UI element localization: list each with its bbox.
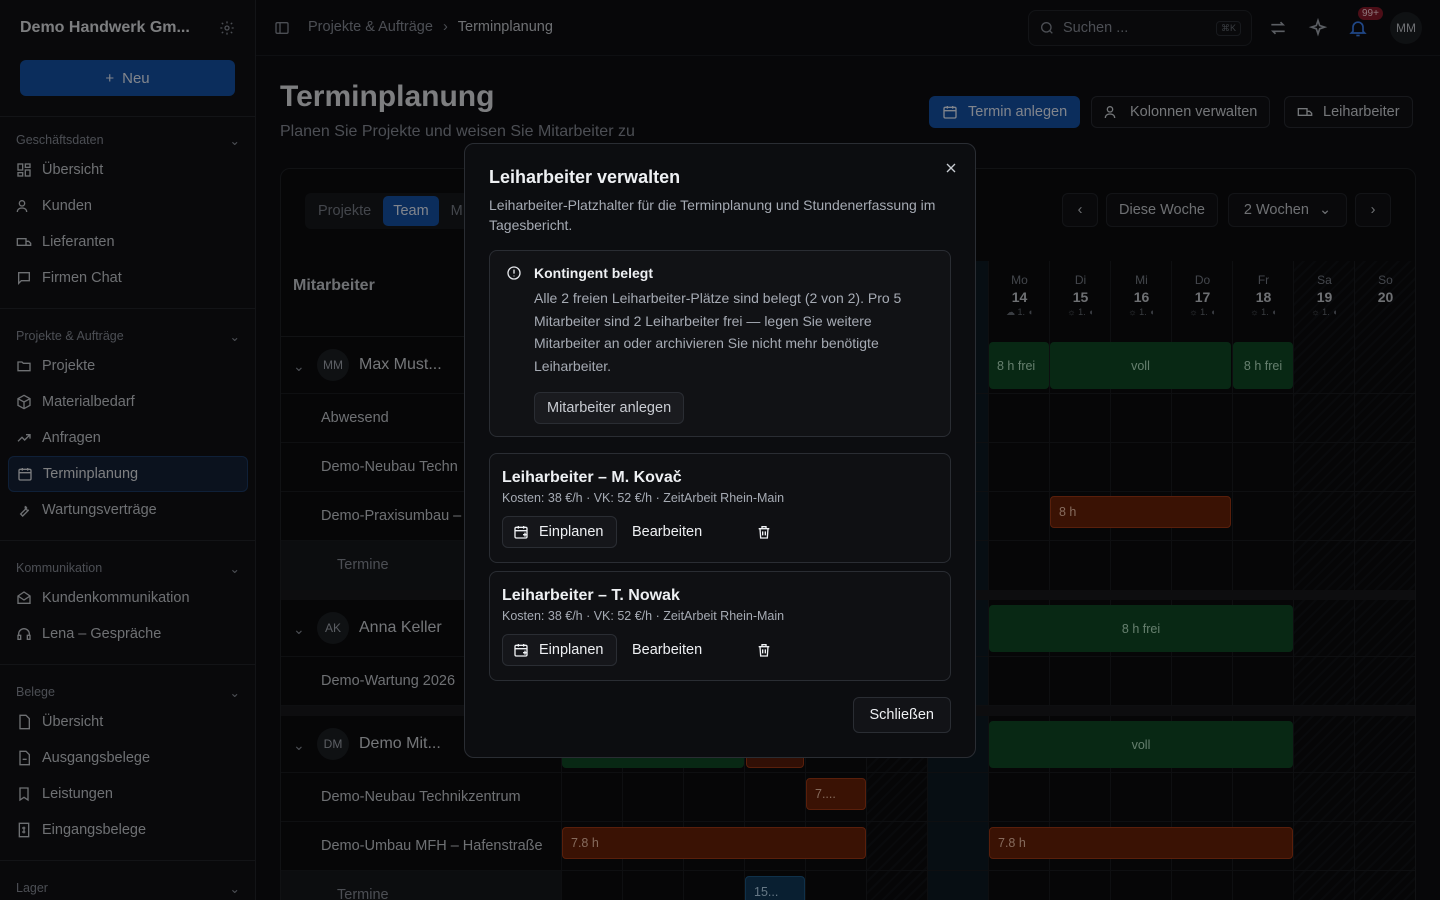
dialog-title: Leiharbeiter verwalten — [489, 167, 681, 187]
calendar-plus-icon — [514, 526, 528, 539]
worker-name: Leiharbeiter – M. Kovač — [502, 469, 682, 486]
temp-worker-card: Leiharbeiter – T. Nowak Kosten: 38 €/h ·… — [489, 571, 951, 681]
create-employee-button[interactable]: Mitarbeiter anlegen — [534, 392, 685, 424]
schedule-button[interactable]: Einplanen — [502, 634, 617, 666]
worker-details: Kosten: 38 €/h · VK: 52 €/h · ZeitArbeit… — [502, 491, 785, 505]
alert-circle-icon — [507, 266, 521, 280]
temp-workers-dialog: Leiharbeiter verwalten Leiharbeiter-Plat… — [464, 143, 976, 758]
worker-name: Leiharbeiter – T. Nowak — [502, 587, 680, 604]
dialog-description: Leiharbeiter-Platzhalter für die Terminp… — [489, 197, 936, 233]
close-button[interactable]: Schließen — [852, 697, 951, 733]
edit-button[interactable]: Bearbeiten — [632, 634, 702, 666]
trash-icon[interactable] — [756, 524, 772, 540]
calendar-plus-icon — [514, 644, 528, 657]
trash-icon[interactable] — [756, 642, 772, 658]
worker-details: Kosten: 38 €/h · VK: 52 €/h · ZeitArbeit… — [502, 609, 785, 623]
close-icon[interactable] — [943, 160, 959, 176]
alert-text: Alle 2 freien Leiharbeiter-Plätze sind b… — [534, 290, 902, 374]
quota-alert: Kontingent belegt Alle 2 freien Leiharbe… — [489, 250, 951, 437]
alert-title: Kontingent belegt — [534, 265, 653, 281]
temp-worker-card: Leiharbeiter – M. Kovač Kosten: 38 €/h ·… — [489, 453, 951, 563]
edit-button[interactable]: Bearbeiten — [632, 516, 702, 548]
schedule-button[interactable]: Einplanen — [502, 516, 617, 548]
